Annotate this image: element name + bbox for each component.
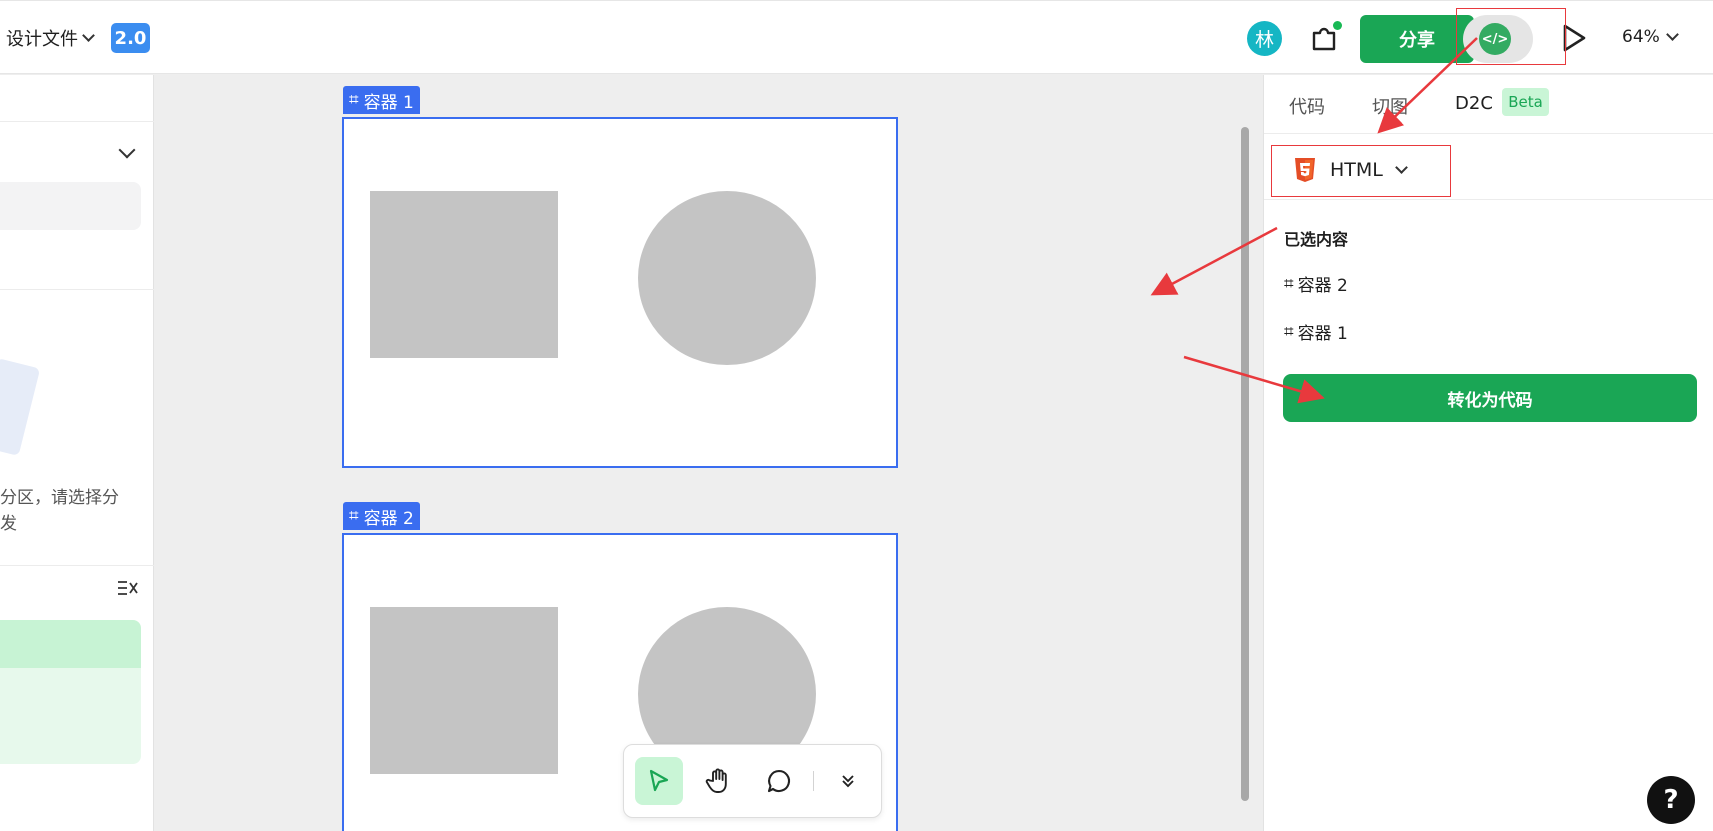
chevron-down-icon (1665, 28, 1679, 41)
notification-dot (1333, 21, 1342, 30)
annotation-box (1271, 145, 1451, 197)
hand-icon (705, 768, 727, 793)
divider (0, 121, 154, 122)
search-input[interactable] (0, 182, 141, 230)
selected-item-label: 容器 1 (1297, 324, 1348, 344)
frame-label-2[interactable]: ⌗ 容器 2 (343, 502, 420, 530)
chevron-down-icon (82, 29, 95, 42)
convert-to-code-button[interactable]: 转化为代码 (1283, 374, 1697, 422)
notice-text-line: 分区，请选择分 (0, 488, 119, 508)
selected-item-label: 容器 2 (1297, 276, 1348, 296)
frame-icon: ⌗ (349, 90, 359, 110)
avatar[interactable]: 林 (1247, 21, 1282, 56)
empty-notice: 分区，请选择分 发 (0, 485, 119, 537)
comment-tool-button[interactable] (755, 757, 803, 805)
notice-text-line: 发 (0, 514, 17, 534)
version-badge[interactable]: 2.0 (111, 23, 150, 53)
selected-item[interactable]: ⌗ 容器 2 (1284, 271, 1348, 297)
bottom-toolbar (623, 744, 882, 818)
frame-label-text: 容器 2 (363, 508, 414, 529)
move-tool-button[interactable] (635, 757, 683, 805)
more-tools-button[interactable] (824, 757, 872, 805)
frame-label-text: 容器 1 (363, 92, 414, 113)
divider (1264, 199, 1713, 200)
frame-container-1[interactable] (342, 117, 898, 468)
list-item-selected[interactable] (0, 620, 141, 668)
file-title-dropdown[interactable]: 设计文件 (6, 25, 95, 51)
double-chevron-down-icon (842, 775, 854, 788)
section-title: 已选内容 (1284, 230, 1349, 249)
tab-code[interactable]: 代码 (1289, 93, 1325, 119)
annotation-arrow (1150, 226, 1278, 296)
comment-icon (767, 769, 791, 793)
file-title: 设计文件 (6, 29, 78, 50)
frame-icon: ⌗ (349, 506, 359, 526)
divider (1264, 133, 1713, 134)
zoom-level: 64% (1622, 27, 1660, 47)
ellipse-shape[interactable] (638, 191, 816, 365)
beta-badge: Beta (1502, 88, 1549, 116)
rectangle-shape[interactable] (370, 191, 558, 358)
tab-slices[interactable]: 切图 (1372, 93, 1408, 119)
annotation-box (1456, 8, 1566, 65)
toolbar-divider (813, 771, 814, 791)
canvas-scrollbar[interactable] (1241, 127, 1249, 801)
list-item-highlight[interactable] (0, 668, 141, 764)
selected-item[interactable]: ⌗ 容器 1 (1284, 319, 1348, 345)
frame-label-1[interactable]: ⌗ 容器 1 (343, 86, 420, 114)
help-button[interactable]: ? (1647, 776, 1695, 824)
clear-list-icon[interactable] (117, 580, 139, 596)
divider (0, 289, 154, 290)
cursor-icon (649, 769, 669, 792)
tab-d2c[interactable]: D2C (1455, 93, 1493, 114)
frame-icon: ⌗ (1284, 321, 1294, 342)
divider (0, 565, 154, 566)
zoom-dropdown[interactable]: 64% (1622, 27, 1679, 47)
hand-tool-button[interactable] (695, 757, 743, 805)
rectangle-shape[interactable] (370, 607, 558, 774)
frame-icon: ⌗ (1284, 273, 1294, 294)
